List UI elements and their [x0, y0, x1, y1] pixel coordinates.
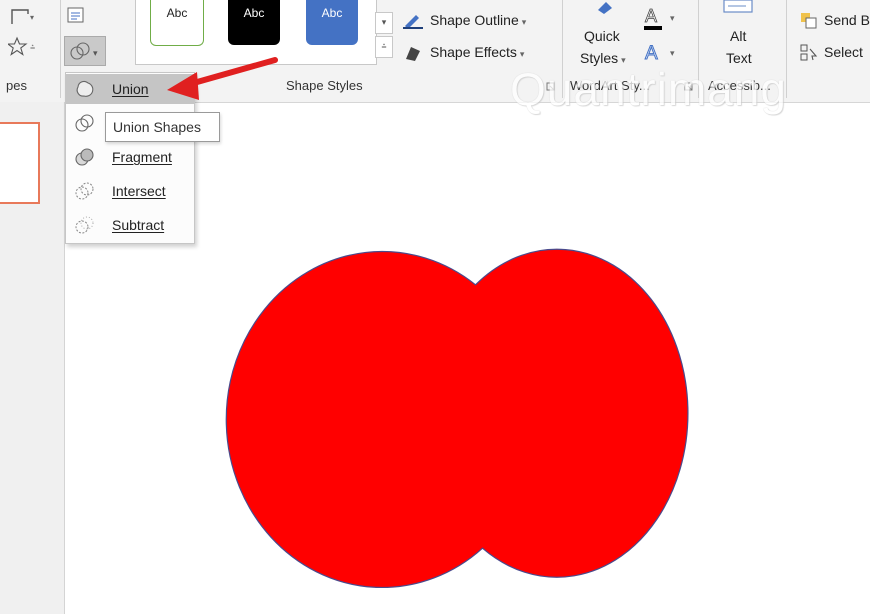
- svg-text:▾: ▾: [670, 13, 675, 23]
- slide-thumbnail[interactable]: [0, 122, 40, 204]
- annotation-arrow-icon: [167, 57, 278, 100]
- intersect-icon: [75, 182, 94, 200]
- style-swatch-blue[interactable]: Abc: [306, 0, 358, 45]
- menu-item-intersect[interactable]: Intersect: [66, 176, 194, 206]
- slide-thumbnail-panel: [0, 102, 65, 614]
- svg-text:A: A: [645, 6, 657, 26]
- merge-shapes-icon: ▾: [70, 42, 98, 60]
- text-box-icon[interactable]: [66, 6, 88, 26]
- gallery-scroll-up[interactable]: ▾: [375, 12, 393, 34]
- union-shapes-tooltip: Union Shapes: [105, 112, 220, 142]
- svg-text:▾: ▾: [93, 48, 98, 58]
- shape-outline-button[interactable]: Shape Outline ▾: [402, 12, 526, 30]
- send-backward-icon: [801, 13, 817, 29]
- svg-text:▾: ▾: [30, 13, 34, 22]
- alt-text-icon: [723, 0, 753, 13]
- shape-styles-group-label: Shape Styles: [286, 78, 363, 93]
- menu-item-subtract[interactable]: Subtract: [66, 210, 194, 240]
- shape-effects-icon: [406, 47, 420, 62]
- svg-text:A: A: [645, 43, 658, 64]
- union-icon: [76, 80, 94, 97]
- quick-styles-button[interactable]: Quick Styles ▾: [578, 0, 638, 70]
- watermark: Quantrimang: [510, 63, 787, 115]
- selection-pane-button[interactable]: Select: [800, 44, 863, 62]
- style-swatch-black[interactable]: Abc: [228, 0, 280, 45]
- star-shape-icon[interactable]: ⩮: [8, 36, 38, 58]
- shape-outline-icon: [403, 15, 423, 30]
- ribbon-separator: [60, 0, 61, 98]
- union-shape[interactable]: [225, 248, 755, 588]
- merge-shapes-button[interactable]: ▾: [64, 36, 106, 66]
- combine-icon: [75, 114, 94, 132]
- selection-pane-icon: [800, 44, 818, 61]
- text-fill-icon[interactable]: A ▾: [642, 6, 682, 34]
- quick-styles-icon: [598, 2, 612, 14]
- send-backward-button[interactable]: Send B: [800, 12, 870, 30]
- edit-shape-icon[interactable]: ▾: [8, 6, 38, 28]
- shape-effects-button[interactable]: Shape Effects ▾: [402, 44, 524, 62]
- subtract-icon: [75, 216, 94, 234]
- svg-text:⩮: ⩮: [30, 42, 35, 52]
- gallery-expand[interactable]: ⩮: [375, 36, 393, 58]
- svg-text:▾: ▾: [670, 48, 675, 58]
- menu-item-fragment[interactable]: Fragment: [66, 142, 194, 172]
- style-swatch-white[interactable]: Abc: [150, 0, 204, 46]
- insert-shapes-group-label: pes: [6, 78, 27, 93]
- fragment-icon: [75, 148, 94, 166]
